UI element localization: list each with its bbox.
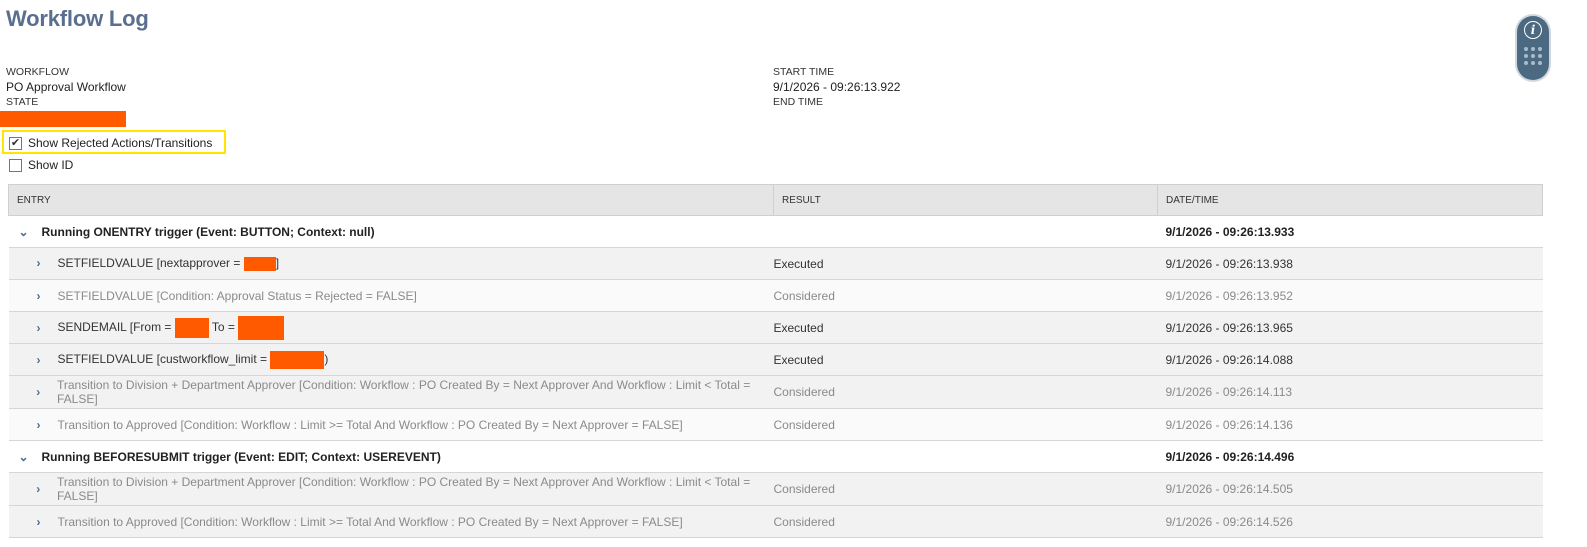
result-text: Considered (773, 472, 1158, 506)
show-rejected-checkbox[interactable]: ✔ (9, 136, 22, 150)
show-rejected-option[interactable]: ✔ Show Rejected Actions/Transitions (9, 136, 212, 150)
entry-text: SENDEMAIL [From = To = (58, 315, 295, 340)
result-text: Considered (773, 505, 1158, 538)
workflow-value: PO Approval Workflow (6, 80, 126, 94)
datetime-text: 9/1/2026 - 09:26:14.496 (1157, 440, 1543, 473)
datetime-text: 9/1/2026 - 09:26:13.952 (1157, 279, 1543, 312)
datetime-text: 9/1/2026 - 09:26:14.113 (1157, 375, 1543, 409)
result-text: Considered (773, 279, 1158, 312)
redaction (174, 317, 209, 338)
chevron-right-icon[interactable]: › (33, 321, 45, 335)
chevron-right-icon[interactable]: › (33, 256, 45, 270)
datetime-text: 9/1/2026 - 09:26:14.136 (1157, 408, 1543, 441)
info-left: WORKFLOW PO Approval Workflow STATE (6, 65, 126, 110)
info-icon[interactable]: i (1524, 21, 1542, 39)
table-row[interactable]: › Transition to Division + Department App… (8, 375, 1543, 409)
entry-text: Transition to Division + Department Appr… (57, 378, 751, 406)
result-text: Executed (773, 343, 1158, 376)
result-text: Executed (773, 311, 1158, 344)
datetime-text: 9/1/2026 - 09:26:13.933 (1157, 215, 1543, 248)
table-row[interactable]: › SENDEMAIL [From = To = Executed 9/1/202… (8, 311, 1543, 344)
result-column-header[interactable]: RESULT (773, 184, 1158, 216)
datetime-text: 9/1/2026 - 09:26:14.526 (1157, 505, 1543, 538)
redaction (238, 315, 285, 340)
entry-text: Transition to Approved [Condition: Workf… (57, 514, 683, 529)
keypad-icon[interactable] (1524, 47, 1542, 65)
datetime-text: 9/1/2026 - 09:26:14.505 (1157, 472, 1543, 506)
start-time-value: 9/1/2026 - 09:26:13.922 (773, 80, 901, 94)
table-row[interactable]: › SETFIELDVALUE [custworkflow_limit = ) E… (8, 343, 1543, 376)
chevron-down-icon[interactable]: ⌄ (18, 450, 30, 464)
table-row[interactable]: › Transition to Approved [Condition: Work… (8, 505, 1543, 538)
result-text: Considered (773, 375, 1158, 409)
chevron-down-icon[interactable]: ⌄ (18, 225, 30, 239)
show-rejected-label: Show Rejected Actions/Transitions (28, 136, 213, 150)
state-label: STATE (6, 96, 39, 108)
entry-column-header[interactable]: ENTRY (8, 184, 774, 216)
redaction (270, 350, 325, 369)
result-text: Considered (773, 408, 1158, 441)
chevron-right-icon[interactable]: › (33, 385, 45, 399)
entry-text: Running BEFORESUBMIT trigger (Event: EDI… (41, 449, 441, 464)
entry-text: SETFIELDVALUE [custworkflow_limit = ) (58, 350, 339, 369)
show-id-label: Show ID (28, 158, 74, 172)
chevron-right-icon[interactable]: › (33, 353, 45, 367)
result-text (773, 215, 1158, 248)
start-time-label: START TIME (773, 66, 835, 78)
table-header-row: ENTRY RESULT DATE/TIME (8, 184, 1543, 216)
entry-text: SETFIELDVALUE [nextapprover = ] (57, 256, 280, 271)
datetime-column-header[interactable]: DATE/TIME (1157, 184, 1543, 216)
chevron-right-icon[interactable]: › (33, 515, 45, 529)
chevron-right-icon[interactable]: › (33, 418, 45, 432)
table-row[interactable]: ⌄ Running ONENTRY trigger (Event: BUTTON;… (8, 215, 1543, 248)
workflow-label: WORKFLOW (6, 66, 69, 78)
result-text: Executed (773, 247, 1158, 280)
datetime-text: 9/1/2026 - 09:26:13.938 (1157, 247, 1543, 280)
redaction (243, 256, 276, 271)
table-row[interactable]: › SETFIELDVALUE [nextapprover = ] Execute… (8, 247, 1543, 280)
entry-text: Running ONENTRY trigger (Event: BUTTON; … (41, 224, 375, 239)
info-right: START TIME 9/1/2026 - 09:26:13.922 END T… (773, 65, 900, 110)
end-time-label: END TIME (773, 96, 823, 108)
datetime-text: 9/1/2026 - 09:26:14.088 (1157, 343, 1543, 376)
page-title: Workflow Log (6, 6, 149, 31)
show-id-checkbox[interactable] (9, 158, 22, 172)
chevron-right-icon[interactable]: › (33, 482, 45, 496)
table-row[interactable]: ⌄ Running BEFORESUBMIT trigger (Event: ED… (8, 440, 1543, 473)
datetime-text: 9/1/2026 - 09:26:13.965 (1157, 311, 1543, 344)
result-text (773, 440, 1158, 473)
table-row[interactable]: › SETFIELDVALUE [Condition: Approval Stat… (8, 279, 1543, 312)
chevron-right-icon[interactable]: › (33, 289, 45, 303)
entry-text: Transition to Approved [Condition: Workf… (57, 417, 683, 432)
workflow-log-table: ENTRY RESULT DATE/TIME ⌄ Running ONENTRY … (8, 184, 1543, 538)
entry-text: Transition to Division + Department Appr… (57, 475, 751, 503)
table-row[interactable]: › Transition to Division + Department App… (8, 472, 1543, 506)
state-redaction (0, 111, 126, 127)
show-id-option[interactable]: Show ID (9, 158, 73, 172)
help-widget[interactable]: i (1517, 16, 1549, 80)
table-row[interactable]: › Transition to Approved [Condition: Work… (8, 408, 1543, 441)
entry-text: SETFIELDVALUE [Condition: Approval Statu… (57, 288, 417, 303)
